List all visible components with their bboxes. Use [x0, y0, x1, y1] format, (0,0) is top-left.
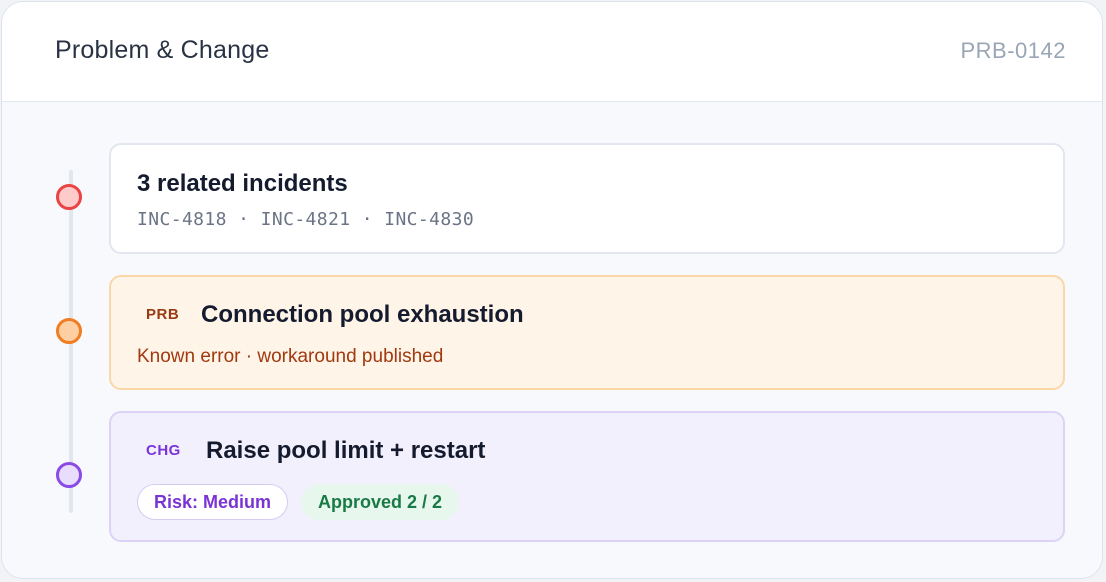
- risk-badge: Risk: Medium: [137, 484, 289, 520]
- problem-item[interactable]: PRB Connection pool exhaustion Known err…: [109, 275, 1065, 390]
- problem-reference-id[interactable]: PRB-0142: [960, 38, 1066, 64]
- problem-dot-icon: [56, 318, 82, 344]
- problem-change-card: Problem & Change PRB-0142 3 related inci…: [1, 1, 1103, 579]
- card-title: Problem & Change: [55, 36, 270, 64]
- change-item[interactable]: CHG Raise pool limit + restart Risk: Med…: [109, 411, 1065, 542]
- incident-ids[interactable]: INC-4818 · INC-4821 · INC-4830: [137, 209, 474, 230]
- problem-status: Known error · workaround published: [137, 346, 444, 367]
- incident-dot-icon: [56, 184, 82, 210]
- card-header: Problem & Change PRB-0142: [2, 2, 1102, 102]
- change-dot-icon: [56, 462, 82, 488]
- related-incidents-item[interactable]: 3 related incidents INC-4818 · INC-4821 …: [109, 143, 1065, 254]
- problem-tag: PRB: [146, 306, 180, 323]
- approval-badge: Approved 2 / 2: [301, 484, 460, 520]
- change-tag: CHG: [146, 442, 181, 459]
- problem-title: Connection pool exhaustion: [201, 301, 524, 328]
- incidents-title: 3 related incidents: [137, 170, 348, 197]
- change-title: Raise pool limit + restart: [206, 437, 486, 464]
